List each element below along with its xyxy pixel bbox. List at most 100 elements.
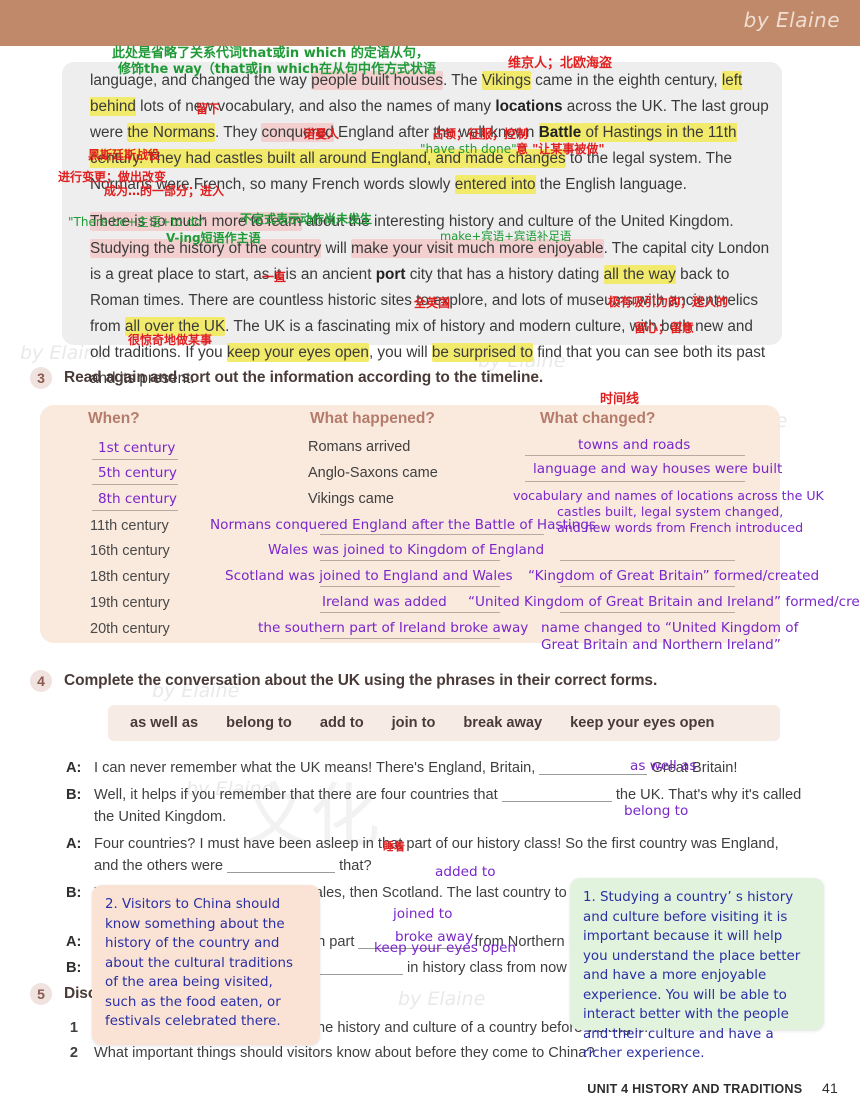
answer-blank[interactable] xyxy=(320,586,500,587)
table-row-changed: “United Kingdom of Great Britain and Ire… xyxy=(468,594,860,610)
watermark-signature: by Elaine xyxy=(743,8,840,32)
speaker-label: A: xyxy=(66,933,82,950)
task-3-heading: 3 Read again and sort out the informatio… xyxy=(30,367,543,389)
passage-text: the English language. xyxy=(535,176,687,194)
speaker-label: A: xyxy=(66,760,82,776)
handwritten-answer: added to xyxy=(435,864,496,880)
highlight-yellow: all over the UK xyxy=(124,316,226,336)
phrase-bank-item[interactable]: keep your eyes open xyxy=(570,715,714,731)
task-4-number: 4 xyxy=(30,670,52,692)
sentence-after-blank: that? xyxy=(339,858,372,874)
timeline-column-header-changed: What changed? xyxy=(540,410,656,427)
sticky-note-answer-1[interactable]: 1. Studying a country’ s history and cul… xyxy=(570,878,824,1061)
conversation-turn: B: Well, it helps if you remember that t… xyxy=(66,784,806,829)
highlight-yellow: Vikings xyxy=(481,71,531,90)
handwritten-answer: belong to xyxy=(624,803,689,819)
highlight-yellow: the Normans xyxy=(127,123,215,143)
table-row-changed: vocabulary and names of locations across… xyxy=(513,488,824,503)
answer-blank[interactable] xyxy=(320,534,544,535)
highlight-pink: conquered xyxy=(261,123,334,143)
answer-blank[interactable] xyxy=(92,510,178,511)
table-row-changed: towns and roads xyxy=(578,437,691,453)
answer-blank[interactable] xyxy=(320,560,500,561)
answer-blank[interactable] xyxy=(92,484,178,485)
passage-text: . The xyxy=(442,72,482,89)
task-3-number: 3 xyxy=(30,367,52,389)
answer-blank[interactable] xyxy=(525,481,745,482)
table-row-changed: name changed to “United Kingdom of xyxy=(541,620,799,636)
table-row-when: 19th century xyxy=(90,595,170,611)
passage-paragraph-1: language, and changed the way people bui… xyxy=(62,68,782,198)
handwritten-answer: keep your eyes open xyxy=(374,940,517,956)
list-item: 2 What important things should visitors … xyxy=(66,1045,826,1061)
task-5-number: 5 xyxy=(30,983,52,1005)
table-row-happened: Wales was joined to Kingdom of England xyxy=(268,542,545,558)
passage-text: will xyxy=(321,239,352,257)
bold-word: Battle xyxy=(538,123,582,143)
answer-blank[interactable] xyxy=(525,455,745,456)
table-row-when: 5th century xyxy=(98,465,177,481)
bold-word: locations xyxy=(495,98,563,116)
highlight-pink: people built houses xyxy=(311,71,443,90)
sentence-before-blank: Well, it helps if you remember that ther… xyxy=(94,786,498,803)
passage-text: England after the well-known xyxy=(333,124,539,142)
table-row-when: 1st century xyxy=(98,440,176,456)
reading-passage-text: language, and changed the way people bui… xyxy=(62,62,782,403)
page-number: 41 xyxy=(822,1080,838,1096)
table-row-changed-line2: and new words from French introduced xyxy=(557,520,804,535)
speaker-label: A: xyxy=(66,835,82,852)
timeline-column-header-when: When? xyxy=(88,410,140,427)
answer-blank[interactable] xyxy=(560,560,735,561)
speaker-label: B: xyxy=(66,960,82,976)
phrase-bank-item[interactable]: belong to xyxy=(226,715,292,731)
table-row-changed: castles built, legal system changed, xyxy=(557,504,784,519)
highlight-pink: make your visit much more enjoyable xyxy=(351,238,604,258)
top-banner: by Elaine xyxy=(0,0,860,46)
sentence-after-blank: in history class from now on! xyxy=(407,960,592,976)
passage-text: language, and changed the way xyxy=(90,72,312,89)
answer-blank[interactable] xyxy=(320,612,500,613)
table-row-changed: “Kingdom of Great Britain” formed/create… xyxy=(528,568,820,584)
question-text: What important things should visitors kn… xyxy=(94,1045,595,1061)
sentence-before-blank: I can never remember what the UK means! … xyxy=(94,760,536,776)
table-row-happened: Normans conquered England after the Batt… xyxy=(210,517,596,533)
table-row-happened: Romans arrived xyxy=(308,439,411,455)
answer-blank[interactable] xyxy=(560,586,735,587)
phrase-bank-item[interactable]: add to xyxy=(320,715,364,731)
table-row-happened: Ireland was added xyxy=(322,594,447,610)
task-4-title: Complete the conversation about the UK u… xyxy=(64,672,658,689)
highlight-yellow: be surprised to xyxy=(431,342,534,362)
watermark: by Elaine xyxy=(398,988,486,1010)
passage-text: . They xyxy=(214,124,262,142)
footer-unit-title: UNIT 4 HISTORY AND TRADITIONS xyxy=(587,1082,803,1096)
phrase-bank: as well as belong to add to join to brea… xyxy=(108,705,780,741)
conversation-text: Well, it helps if you remember that ther… xyxy=(94,784,806,829)
handwritten-answer: as well as xyxy=(630,758,697,774)
table-row-happened: Anglo-Saxons came xyxy=(308,465,438,481)
table-row-changed-line2: Great Britain and Northern Ireland” xyxy=(541,637,781,653)
phrase-bank-item[interactable]: join to xyxy=(392,715,436,731)
table-row-happened: the southern part of Ireland broke away xyxy=(258,620,529,636)
passage-text: about the interesting history and cultur… xyxy=(301,213,734,231)
answer-blank[interactable] xyxy=(560,612,735,613)
table-row-when: 16th century xyxy=(90,543,170,559)
passage-paragraph-2: There is so much more to learn about the… xyxy=(62,209,782,392)
question-number: 2 xyxy=(69,1045,78,1061)
phrase-bank-item[interactable]: break away xyxy=(463,715,542,731)
bold-word: port xyxy=(375,265,406,283)
task-4-heading: 4 Complete the conversation about the UK… xyxy=(30,670,657,692)
answer-blank[interactable] xyxy=(320,638,500,639)
timeline-column-header-happened: What happened? xyxy=(310,410,435,427)
speaker-label: B: xyxy=(66,884,82,901)
answer-blank[interactable] xyxy=(501,784,612,802)
highlight-pink: Studying the history of the country xyxy=(90,238,322,258)
task-3-title: Read again and sort out the information … xyxy=(64,369,544,386)
phrase-bank-item[interactable]: as well as xyxy=(130,715,198,731)
passage-text: city that has a history dating xyxy=(405,265,604,283)
speaker-label: B: xyxy=(66,786,82,803)
table-row-when: 11th century xyxy=(90,518,169,534)
sticky-note-answer-2[interactable]: 2. Visitors to China should know somethi… xyxy=(92,885,320,1045)
answer-blank[interactable] xyxy=(92,459,178,460)
answer-blank[interactable] xyxy=(227,855,336,873)
passage-text: came in the eighth century, xyxy=(530,72,722,89)
